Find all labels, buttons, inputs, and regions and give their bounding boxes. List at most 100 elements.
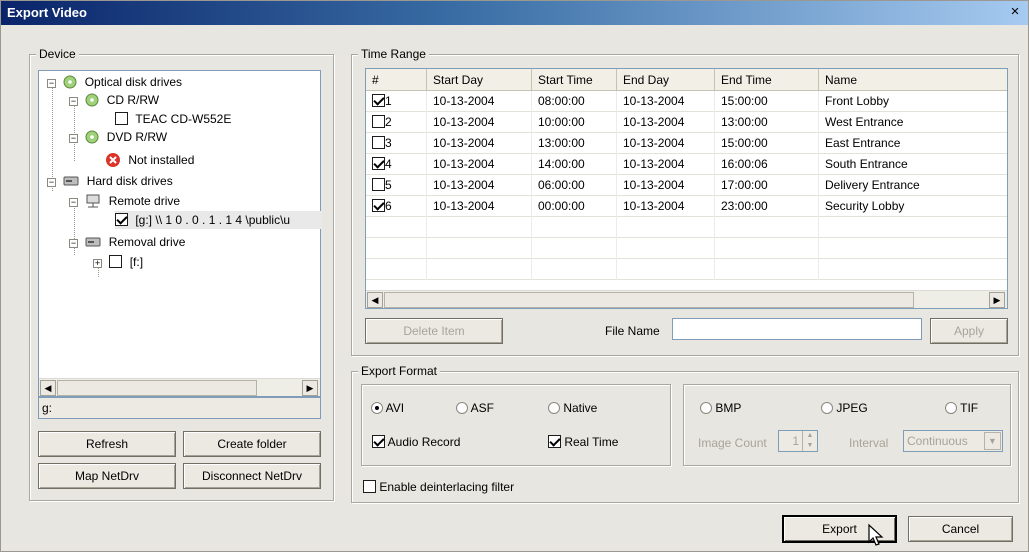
close-icon[interactable]: × [1006,4,1024,21]
collapse-icon[interactable]: − [47,178,56,187]
chevron-down-icon[interactable]: ▼ [984,432,1001,450]
bmp-radio-dot[interactable] [700,402,712,414]
cell-num: 4 [366,154,427,175]
scroll-left-icon[interactable]: ◀ [40,380,56,396]
cell-start-day: 10-13-2004 [427,175,532,196]
row-checkbox[interactable] [372,94,385,107]
collapse-icon[interactable]: − [69,97,78,106]
title-bar[interactable]: Export Video × [1,1,1028,25]
expand-icon[interactable]: + [93,259,102,268]
tree-item-optical[interactable]: − Optical disk drives [47,73,182,91]
tree-item-removal[interactable]: − Removal drive [69,233,185,251]
row-checkbox[interactable] [372,157,385,170]
real-time-box[interactable] [548,435,561,448]
row-checkbox[interactable] [372,178,385,191]
audio-record-checkbox[interactable]: Audio Record [372,435,460,449]
col-header-end-day[interactable]: End Day [617,69,715,91]
scrollbar-thumb[interactable] [57,380,257,396]
tree-item-remote[interactable]: − Remote drive [69,192,180,210]
bmp-radio[interactable]: BMP [700,401,741,415]
real-time-checkbox[interactable]: Real Time [548,435,618,449]
avi-radio[interactable]: AVI [371,401,404,415]
row-number: 4 [385,157,392,171]
asf-radio-dot[interactable] [456,402,468,414]
teac-checkbox[interactable] [115,112,128,125]
avi-radio-dot[interactable] [371,402,383,414]
file-name-input[interactable] [672,318,922,340]
asf-radio[interactable]: ASF [456,401,494,415]
tif-radio-dot[interactable] [945,402,957,414]
table-row[interactable]: 3 10-13-2004 13:00:00 10-13-2004 15:00:00 Eas… [366,133,1007,154]
device-path-field[interactable]: g: [38,397,321,419]
table-row[interactable]: 4 10-13-2004 14:00:00 10-13-2004 16:00:06 Sou… [366,154,1007,175]
scroll-left-icon[interactable]: ◀ [367,292,383,308]
tree-item-not-installed[interactable]: Not installed [105,151,194,169]
audio-record-box[interactable] [372,435,385,448]
row-checkbox[interactable] [372,199,385,212]
cell-end-day: 10-13-2004 [617,133,715,154]
col-header-name[interactable]: Name [819,69,1007,91]
native-radio-dot[interactable] [548,402,560,414]
scroll-right-icon[interactable]: ▶ [302,380,318,396]
col-header-end-time[interactable]: End Time [715,69,819,91]
cancel-button[interactable]: Cancel [908,516,1013,542]
table-row[interactable]: 2 10-13-2004 10:00:00 10-13-2004 13:00:00 Wes… [366,112,1007,133]
asf-label: ASF [470,401,495,415]
map-netdrv-button[interactable]: Map NetDrv [38,463,176,489]
tree-item-remote-path[interactable]: [g:] \\ 1 0 . 0 . 1 . 1 4 \public\u [115,211,290,229]
remote-path-checkbox[interactable] [115,213,128,226]
col-header-start-time[interactable]: Start Time [532,69,617,91]
table-row-empty [366,259,1007,280]
row-checkbox[interactable] [372,115,385,128]
tif-radio[interactable]: TIF [945,401,978,415]
image-count-label: Image Count [698,436,767,450]
refresh-button[interactable]: Refresh [38,431,176,457]
interval-select[interactable]: Continuous ▼ [903,430,1003,452]
spinner-arrows-icon[interactable]: ▲ ▼ [802,431,817,451]
row-number: 5 [385,178,392,192]
scroll-right-icon[interactable]: ▶ [989,292,1005,308]
create-folder-button[interactable]: Create folder [183,431,321,457]
tree-label-dvdrw: DVD R/RW [106,130,168,144]
cell-start-day [427,217,532,238]
window-title: Export Video [7,5,87,20]
collapse-icon[interactable]: − [69,198,78,207]
bmp-label: BMP [715,401,742,415]
tree-item-hdd[interactable]: − Hard disk drives [47,172,173,190]
apply-button[interactable]: Apply [930,318,1008,344]
table-horizontal-scrollbar[interactable]: ◀ ▶ [366,290,1007,308]
col-header-num[interactable]: # [366,69,427,91]
cell-name [819,259,1007,280]
table-row[interactable]: 5 10-13-2004 06:00:00 10-13-2004 17:00:00 Del… [366,175,1007,196]
row-checkbox[interactable] [372,136,385,149]
scrollbar-thumb[interactable] [384,292,914,308]
removal-f-checkbox[interactable] [109,255,123,268]
collapse-icon[interactable]: − [47,79,56,88]
native-radio[interactable]: Native [548,401,597,415]
deinterlace-box[interactable] [363,480,376,493]
jpeg-radio[interactable]: JPEG [821,401,868,415]
table-row[interactable]: 1 10-13-2004 08:00:00 10-13-2004 15:00:00 Fro… [366,91,1007,112]
collapse-icon[interactable]: − [69,239,78,248]
optical-disk-icon [63,75,77,89]
image-count-stepper[interactable]: 1 ▲ ▼ [778,430,818,452]
collapse-icon[interactable]: − [69,134,78,143]
tree-item-cdrw[interactable]: − CD R/RW [69,91,159,109]
deinterlace-checkbox[interactable]: Enable deinterlacing filter [363,480,514,494]
delete-item-button[interactable]: Delete Item [365,318,503,344]
image-count-value: 1 [792,434,799,448]
col-header-start-day[interactable]: Start Day [427,69,532,91]
cell-name: East Entrance [819,133,1007,154]
tree-item-dvdrw[interactable]: − DVD R/RW [69,128,167,146]
disconnect-netdrv-button[interactable]: Disconnect NetDrv [183,463,321,489]
time-range-table[interactable]: # Start Day Start Time End Day End Time … [365,68,1008,309]
interval-label: Interval [849,436,889,450]
tree-horizontal-scrollbar[interactable]: ◀ ▶ [39,378,320,396]
tree-item-removal-f[interactable]: + [f:] [93,253,143,271]
tree-item-teac[interactable]: TEAC CD-W552E [115,110,231,128]
export-format-legend: Export Format [358,364,441,378]
table-row[interactable]: 6 10-13-2004 00:00:00 10-13-2004 23:00:00 Sec… [366,196,1007,217]
dvd-icon [85,130,99,144]
jpeg-radio-dot[interactable] [821,402,833,414]
device-tree[interactable]: − Optical disk drives − CD R/RW TEAC CD-… [38,70,322,397]
